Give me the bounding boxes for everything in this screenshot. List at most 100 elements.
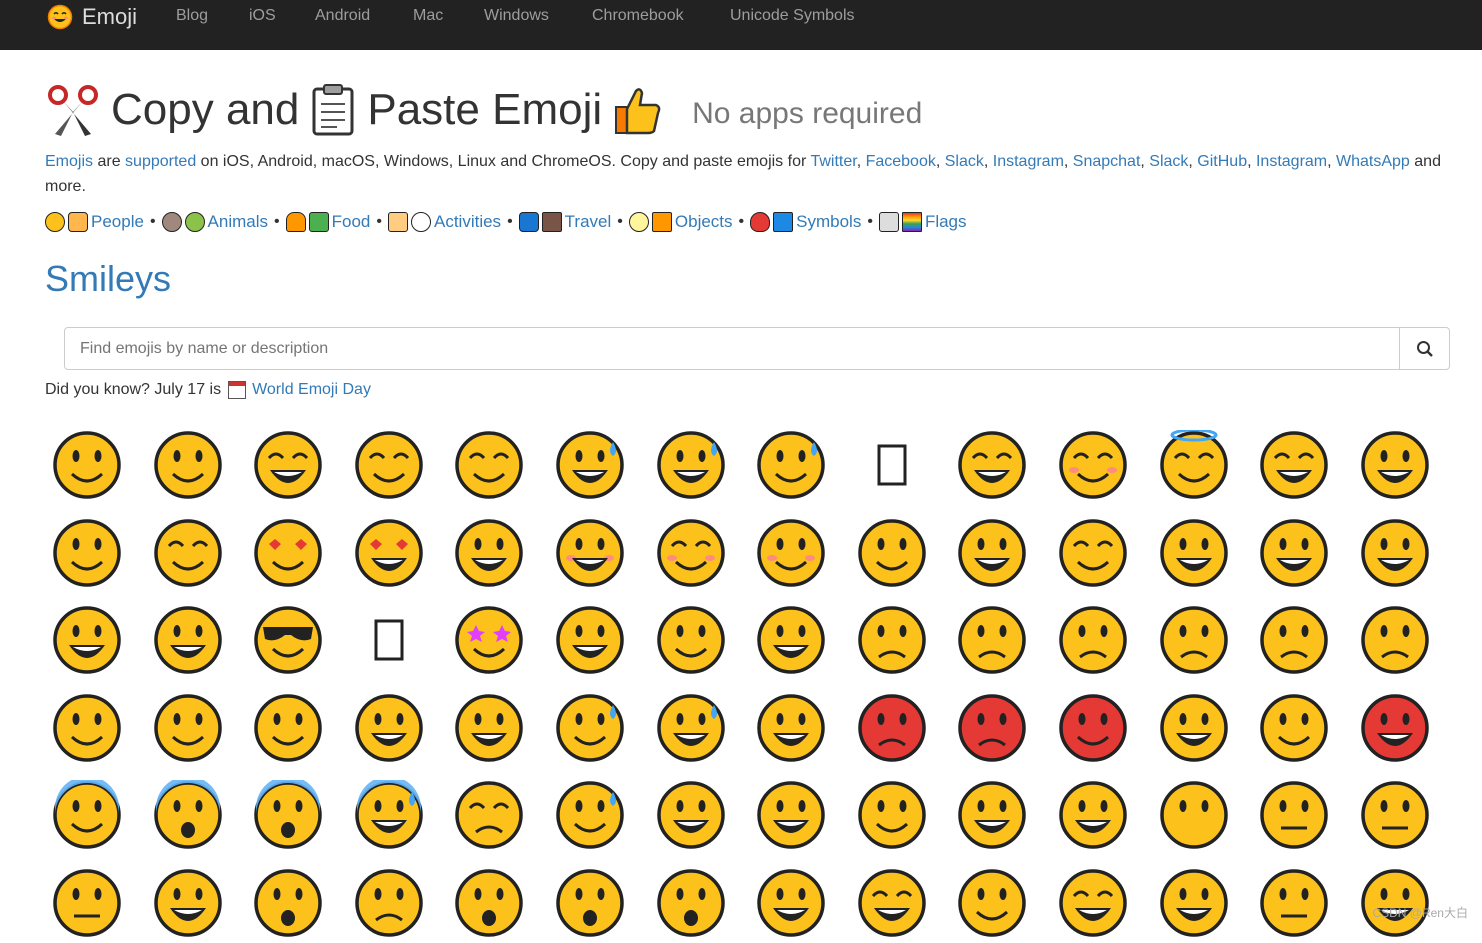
- crying-face-emoji-icon[interactable]: [555, 693, 625, 763]
- exploding-head-emoji-icon[interactable]: [1159, 693, 1229, 763]
- winking-tongue-emoji-icon[interactable]: [1159, 518, 1229, 588]
- hushed-face-emoji-icon[interactable]: [253, 868, 323, 938]
- supported-link[interactable]: supported: [125, 153, 196, 170]
- platform-link-twitter[interactable]: Twitter: [810, 153, 856, 170]
- grinning-face-big-eyes-emoji-icon[interactable]: [153, 430, 223, 500]
- nav-unicode-symbols[interactable]: Unicode Symbols: [730, 7, 855, 25]
- woozy-face-emoji-icon[interactable]: [1360, 868, 1430, 938]
- raised-eyebrow-emoji-icon[interactable]: [1360, 518, 1430, 588]
- open-mouth-emoji-icon[interactable]: [555, 868, 625, 938]
- platform-link-slack-2[interactable]: Slack: [1149, 153, 1188, 170]
- smiling-face-smiling-eyes-emoji-icon[interactable]: [957, 430, 1027, 500]
- kissing-closed-eyes-emoji-icon[interactable]: [756, 518, 826, 588]
- tears-of-joy-emoji-icon[interactable]: [656, 430, 726, 500]
- platform-link-whatsapp[interactable]: WhatsApp: [1336, 153, 1410, 170]
- thinking-face-emoji-icon[interactable]: [756, 780, 826, 850]
- lying-face-emoji-icon[interactable]: [1058, 780, 1128, 850]
- relieved-face-emoji-icon[interactable]: [153, 518, 223, 588]
- kissing-face-emoji-icon[interactable]: [555, 518, 625, 588]
- missing-glyph-emoji-icon[interactable]: [354, 605, 424, 675]
- persevering-face-emoji-icon[interactable]: [52, 693, 122, 763]
- category-food[interactable]: Food: [332, 212, 371, 232]
- symbols-on-mouth-emoji-icon[interactable]: [1058, 693, 1128, 763]
- sleeping-face-emoji-icon[interactable]: [857, 868, 927, 938]
- frowning-open-mouth-emoji-icon[interactable]: [354, 868, 424, 938]
- fearful-face-emoji-icon[interactable]: [253, 776, 323, 850]
- face-savoring-food-emoji-icon[interactable]: [857, 518, 927, 588]
- hugging-face-emoji-icon[interactable]: [656, 780, 726, 850]
- grinning-face-sweat-emoji-icon[interactable]: [555, 430, 625, 500]
- grinning-squinting-face-emoji-icon[interactable]: [454, 430, 524, 500]
- rolling-laughing-emoji-icon[interactable]: [756, 430, 826, 500]
- downcast-sweat-emoji-icon[interactable]: [555, 780, 625, 850]
- heart-eyes-emoji-icon[interactable]: [253, 518, 323, 588]
- face-with-tongue-emoji-icon[interactable]: [957, 518, 1027, 588]
- anguished-face-emoji-icon[interactable]: [454, 868, 524, 938]
- angry-face-emoji-icon[interactable]: [857, 693, 927, 763]
- smirking-face-emoji-icon[interactable]: [656, 605, 726, 675]
- pensive-face-emoji-icon[interactable]: [957, 605, 1027, 675]
- yawning-face-emoji-icon[interactable]: [756, 868, 826, 938]
- confounded-face-emoji-icon[interactable]: [153, 693, 223, 763]
- nav-blog[interactable]: Blog: [176, 7, 208, 25]
- winking-face-emoji-icon[interactable]: [52, 518, 122, 588]
- nav-android[interactable]: Android: [315, 7, 370, 25]
- drooling-face-emoji-icon[interactable]: [957, 868, 1027, 938]
- anxious-sweat-emoji-icon[interactable]: [354, 776, 424, 850]
- brand-logo-link[interactable]: Emoji: [47, 4, 137, 30]
- smiling-blush-emoji-icon[interactable]: [1058, 430, 1128, 500]
- squinting-tongue-emoji-icon[interactable]: [1058, 518, 1128, 588]
- pleading-face-emoji-icon[interactable]: [454, 693, 524, 763]
- dizzy-face-emoji-icon[interactable]: [1159, 868, 1229, 938]
- hot-face-emoji-icon[interactable]: [1360, 693, 1430, 763]
- smiling-halo-emoji-icon[interactable]: [1159, 428, 1229, 500]
- category-objects[interactable]: Objects: [675, 212, 733, 232]
- search-button[interactable]: [1399, 328, 1449, 369]
- kissing-smiling-eyes-emoji-icon[interactable]: [656, 518, 726, 588]
- platform-link-facebook[interactable]: Facebook: [866, 153, 936, 170]
- sunglasses-face-emoji-icon[interactable]: [253, 605, 323, 675]
- partying-face-emoji-icon[interactable]: [555, 605, 625, 675]
- category-animals[interactable]: Animals: [208, 212, 268, 232]
- face-blowing-kiss-emoji-icon[interactable]: [454, 518, 524, 588]
- platform-link-instagram-2[interactable]: Instagram: [1256, 153, 1327, 170]
- worried-face-emoji-icon[interactable]: [1058, 605, 1128, 675]
- slightly-smiling-emoji-icon[interactable]: [1259, 430, 1329, 500]
- nav-ios[interactable]: iOS: [249, 7, 276, 25]
- smiling-hearts-emoji-icon[interactable]: [354, 518, 424, 588]
- confused-face-emoji-icon[interactable]: [1159, 605, 1229, 675]
- neutral-face-emoji-icon[interactable]: [1259, 780, 1329, 850]
- grinning-face-emoji-icon[interactable]: [52, 430, 122, 500]
- sleepy-face-emoji-icon[interactable]: [1058, 868, 1128, 938]
- sad-relieved-emoji-icon[interactable]: [454, 780, 524, 850]
- nerd-face-emoji-icon[interactable]: [153, 605, 223, 675]
- platform-link-github[interactable]: GitHub: [1197, 153, 1247, 170]
- category-travel[interactable]: Travel: [565, 212, 612, 232]
- upside-down-emoji-icon[interactable]: [1360, 430, 1430, 500]
- category-symbols[interactable]: Symbols: [796, 212, 861, 232]
- triumph-face-emoji-icon[interactable]: [756, 693, 826, 763]
- grinning-face-smiling-eyes-emoji-icon[interactable]: [253, 430, 323, 500]
- beaming-face-emoji-icon[interactable]: [354, 430, 424, 500]
- zany-face-emoji-icon[interactable]: [1259, 518, 1329, 588]
- no-mouth-emoji-icon[interactable]: [1159, 780, 1229, 850]
- screaming-face-emoji-icon[interactable]: [153, 776, 223, 850]
- nav-windows[interactable]: Windows: [484, 7, 549, 25]
- rolling-eyes-emoji-icon[interactable]: [153, 868, 223, 938]
- missing-glyph-emoji-icon[interactable]: [857, 430, 927, 500]
- nav-mac[interactable]: Mac: [413, 7, 443, 25]
- shushing-face-emoji-icon[interactable]: [957, 780, 1027, 850]
- zipper-mouth-emoji-icon[interactable]: [1259, 868, 1329, 938]
- cold-face-emoji-icon[interactable]: [52, 776, 122, 850]
- hand-over-mouth-emoji-icon[interactable]: [857, 780, 927, 850]
- platform-link-slack[interactable]: Slack: [945, 153, 984, 170]
- search-input[interactable]: [65, 328, 1399, 369]
- grimacing-face-emoji-icon[interactable]: [52, 868, 122, 938]
- disappointed-face-emoji-icon[interactable]: [857, 605, 927, 675]
- category-people[interactable]: People: [91, 212, 144, 232]
- category-flags[interactable]: Flags: [925, 212, 967, 232]
- nav-chromebook[interactable]: Chromebook: [592, 7, 684, 25]
- world-emoji-day-link[interactable]: World Emoji Day: [252, 381, 371, 399]
- frowning-face-emoji-icon[interactable]: [1360, 605, 1430, 675]
- pouting-face-emoji-icon[interactable]: [957, 693, 1027, 763]
